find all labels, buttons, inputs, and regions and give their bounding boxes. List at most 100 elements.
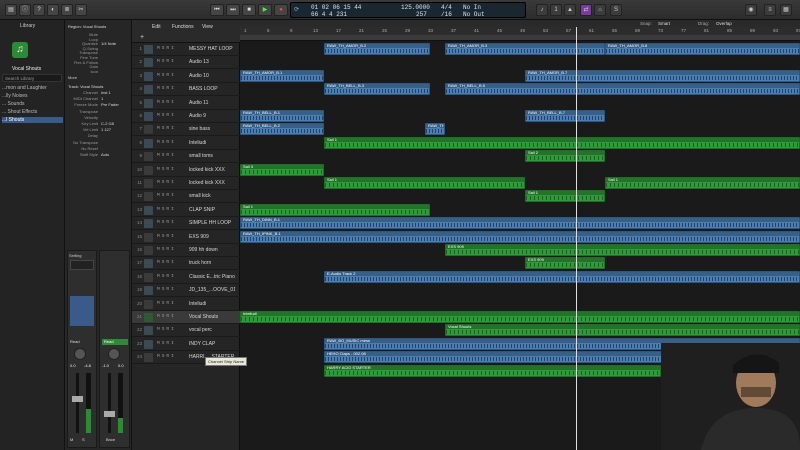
region[interactable]: RAW_TH_AMOR_B.7 <box>525 69 800 82</box>
track-icon[interactable] <box>144 112 153 121</box>
param-value[interactable]: C-2 G8 <box>101 121 114 126</box>
track-mute-solo-buttons[interactable]: MSRI <box>157 220 176 225</box>
track-header[interactable]: 17 MSRI truck horn <box>132 257 240 271</box>
track-header[interactable]: 1 MSRI MESSY HAT LOOP <box>132 43 240 56</box>
track-mute-solo-buttons[interactable]: MSRI <box>157 140 176 145</box>
inspector-param[interactable]: Delay <box>68 133 101 138</box>
track-icon[interactable] <box>144 165 153 175</box>
track-header[interactable]: 12 MSRI small kick <box>132 190 240 204</box>
volume-fader-2[interactable] <box>104 411 115 417</box>
track-inspector-header[interactable]: Track: Vocal Shouts <box>68 84 103 89</box>
solo-icon[interactable]: S <box>610 4 622 16</box>
track-name[interactable]: locked kick XXX <box>189 180 235 186</box>
solo-button[interactable]: S <box>82 437 85 442</box>
region[interactable]: Sail 1 <box>324 177 525 189</box>
track-header[interactable]: 7 MSRI sine bass <box>132 123 240 137</box>
eq-thumbnail[interactable] <box>70 260 94 270</box>
param-value[interactable]: 1/4 Note <box>101 41 116 46</box>
region[interactable]: E-Audio Track 2 <box>324 270 800 283</box>
bounce-button[interactable]: Bnce <box>106 437 115 442</box>
track-header[interactable]: 6 MSRI Audio 9 <box>132 110 240 123</box>
playhead[interactable] <box>576 27 577 450</box>
track-name[interactable]: EXS 909 <box>189 234 235 240</box>
track-icon[interactable] <box>144 85 153 95</box>
view-menu[interactable]: View <box>202 24 213 30</box>
inspector-param[interactable]: Freeze Mode Pre Fader <box>68 102 118 107</box>
track-header[interactable]: 3 MSRI Audio 10 <box>132 70 240 83</box>
region[interactable]: EXS 909 <box>525 257 605 270</box>
track-header[interactable]: 8 MSRI Inteliudi <box>132 137 240 150</box>
track-name[interactable]: Vocal Shouts <box>189 314 235 320</box>
track-icon[interactable] <box>144 152 153 162</box>
region[interactable]: RAW_TH_AMOR_B.1 <box>240 69 324 82</box>
bar-ruler[interactable]: 1 5 9 13 17 21 25 29 33 37 41 45 49 53 57 61 65 69 73 77 81 8… <box>240 27 800 41</box>
region[interactable]: EXS 909 <box>445 244 800 256</box>
region[interactable]: Sail 3 <box>240 163 324 176</box>
track-icon[interactable] <box>144 45 153 54</box>
track-header[interactable]: 19 MSRI JD_135_...OOVE_01 <box>132 284 240 298</box>
region[interactable]: RAW_TH_BELL_B.5 <box>445 83 800 96</box>
track-mute-solo-buttons[interactable]: MSRI <box>157 153 176 158</box>
autopunch-icon[interactable]: ⌂ <box>594 4 606 16</box>
track-icon[interactable] <box>144 299 153 309</box>
inspector-param[interactable]: MIDI Channel 1 <box>68 96 104 101</box>
track-name[interactable]: JD_135_...OOVE_01 <box>189 287 235 293</box>
region[interactable]: HARRY ACID STARTER <box>324 364 661 377</box>
library-icon[interactable]: ▤ <box>5 4 17 16</box>
mixer-icon[interactable]: ≣ <box>61 4 73 16</box>
track-header[interactable]: 21 MSRI Vocal Shouts <box>132 311 240 324</box>
param-value[interactable]: Inst 1 <box>101 90 111 95</box>
region[interactable]: RAW_TH_BELL_B.3 <box>324 83 430 96</box>
edit-menu[interactable]: Edit <box>152 24 161 30</box>
track-mute-solo-buttons[interactable]: MSRI <box>157 207 176 212</box>
track-name[interactable]: vocal perc <box>189 327 235 333</box>
track-mute-solo-buttons[interactable]: MSRI <box>157 193 176 198</box>
record-button[interactable]: ● <box>274 4 288 16</box>
inspector-param[interactable]: Velocity <box>68 115 101 120</box>
track-mute-solo-buttons[interactable]: MSRI <box>157 314 176 319</box>
track-icon[interactable] <box>144 326 153 336</box>
track-header[interactable]: 18 MSRI Classic E...tric Piano <box>132 271 240 284</box>
drag-select[interactable]: Overlap <box>716 21 732 26</box>
track-name[interactable]: sine bass <box>189 126 235 132</box>
track-icon[interactable] <box>144 179 153 188</box>
stop-button[interactable]: ■ <box>242 4 256 16</box>
track-icon[interactable] <box>144 353 153 363</box>
track-header[interactable]: 4 MSRI BASS LOOP <box>132 83 240 97</box>
lcd-signature[interactable]: 4/4 <box>441 4 452 11</box>
track-mute-solo-buttons[interactable]: MSRI <box>157 260 176 265</box>
snap-select[interactable]: Smart <box>658 21 670 26</box>
track-header[interactable]: 13 MSRI CLAP SNIP <box>132 204 240 217</box>
inspector-icon[interactable]: ⓘ <box>19 4 31 16</box>
track-header[interactable]: 20 MSRI Inteliudi <box>132 298 240 311</box>
track-header[interactable]: 10 MSRI locked kick XXX <box>132 164 240 177</box>
region[interactable]: RAW_TH_IPINK_B.1 <box>240 230 800 243</box>
track-name[interactable]: Audio 11 <box>189 100 235 106</box>
region[interactable]: RAW_TH_AMOR_B.3 <box>445 43 605 55</box>
master-volume-icon[interactable]: ◉ <box>745 4 757 16</box>
functions-menu[interactable]: Functions <box>172 24 194 30</box>
metronome-icon[interactable]: ▲ <box>564 4 576 16</box>
track-icon[interactable] <box>144 286 153 296</box>
track-name[interactable]: Audio 9 <box>189 113 235 119</box>
region[interactable]: Sail 1 <box>525 190 605 203</box>
track-header[interactable]: 15 MSRI EXS 909 <box>132 231 240 244</box>
track-icon[interactable] <box>144 58 153 68</box>
track-mute-solo-buttons[interactable]: MSRI <box>157 327 176 332</box>
rewind-button[interactable]: ⏮ <box>210 4 224 16</box>
param-value[interactable]: 1 <box>101 96 103 101</box>
track-name[interactable]: BASS LOOP <box>189 86 235 92</box>
region-inspector-header[interactable]: Region: Vocal Shouts <box>68 24 106 29</box>
library-search-input[interactable]: Search Library <box>2 74 62 82</box>
automation-mode-2[interactable]: Read <box>102 339 128 345</box>
volume-fader[interactable] <box>72 396 83 402</box>
region[interactable]: Sail 1 <box>324 136 800 149</box>
region[interactable]: Inteliudi <box>240 311 800 323</box>
track-icon[interactable] <box>144 98 153 108</box>
cycle-icon[interactable]: ⟳ <box>294 6 299 13</box>
region[interactable]: Sail 2 <box>525 150 605 163</box>
library-item-selected[interactable]: ...l Shouts <box>2 117 63 123</box>
track-name[interactable]: Audio 13 <box>189 59 235 65</box>
track-header[interactable]: 22 MSRI vocal perc <box>132 324 240 338</box>
replace-icon[interactable]: ⇄ <box>580 4 592 16</box>
